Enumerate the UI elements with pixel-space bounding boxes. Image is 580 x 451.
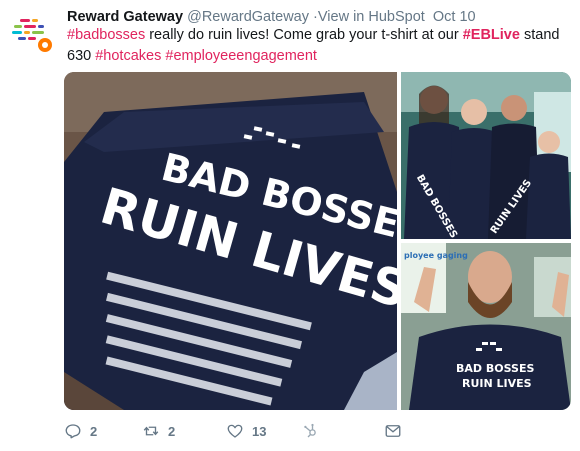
view-in-hubspot-link[interactable]: View in HubSpot [318, 9, 425, 25]
hashtag-link[interactable]: #employeeengagement [165, 48, 317, 64]
photo-man[interactable]: ployee gaging BAD BOSSES RUIN LIVES [401, 243, 571, 410]
photo-group[interactable]: BAD BOSSES RUIN LIVES [401, 72, 571, 240]
retweet-count: 2 [168, 423, 176, 439]
photo-shirt-stack[interactable]: BAD BOSSES RUIN LIVES [64, 72, 431, 410]
tweet-actions: 2 2 13 [64, 422, 574, 446]
reply-icon [65, 424, 81, 439]
heart-icon [227, 424, 243, 438]
man-shirt-text-line1: BAD BOSSES [456, 362, 534, 375]
reply-button[interactable]: 2 [64, 422, 97, 440]
tweet-date[interactable]: Oct 10 [433, 9, 476, 25]
retweet-icon [143, 426, 159, 436]
banner-text: ployee gaging [404, 251, 468, 260]
author-name[interactable]: Reward Gateway [67, 9, 183, 25]
envelope-icon [385, 425, 401, 437]
avatar[interactable] [8, 9, 54, 55]
reply-count: 2 [90, 423, 98, 439]
man-shirt-text-line2: RUIN LIVES [462, 377, 532, 390]
reward-gateway-logo-icon [8, 9, 54, 55]
hubspot-button[interactable] [302, 422, 328, 440]
tweet-text-fragment: really do ruin lives! Come grab your t-s… [145, 27, 463, 43]
tweet-header: Reward Gateway @RewardGateway ·View in H… [67, 9, 476, 25]
hashtag-link[interactable]: #EBLive [463, 27, 520, 43]
hashtag-link[interactable]: #hotcakes [95, 48, 161, 64]
like-button[interactable]: 13 [226, 422, 266, 440]
author-handle[interactable]: @RewardGateway [187, 9, 309, 25]
tweet-text: #badbosses really do ruin lives! Come gr… [67, 25, 572, 67]
direct-message-button[interactable] [384, 422, 410, 440]
tweet-media[interactable]: BAD BOSSES RUIN LIVES BAD BOSSES RUIN LI… [64, 72, 571, 410]
retweet-button[interactable]: 2 [142, 422, 175, 440]
hubspot-sprocket-icon [304, 423, 316, 438]
like-count: 13 [252, 423, 267, 439]
hashtag-link[interactable]: #badbosses [67, 27, 145, 43]
